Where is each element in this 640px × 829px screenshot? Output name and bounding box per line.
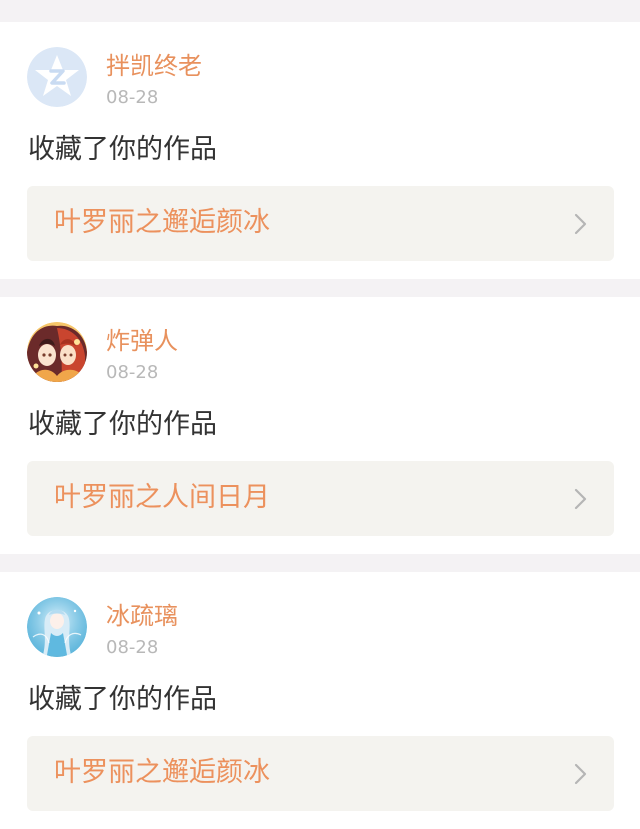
anime-ice-fairy-avatar — [27, 597, 87, 657]
chevron-right-icon — [574, 763, 587, 785]
anime-girls-avatar — [27, 322, 87, 382]
work-link[interactable]: 叶罗丽之人间日月 — [27, 461, 614, 536]
action-text: 收藏了你的作品 — [28, 409, 217, 440]
username[interactable]: 炸弹人 — [106, 325, 178, 357]
work-link[interactable]: 叶罗丽之邂逅颜冰 — [27, 736, 614, 811]
notification-card: 炸弹人 08-28 收藏了你的作品 叶罗丽之人间日月 — [0, 297, 640, 554]
work-title: 叶罗丽之人间日月 — [54, 482, 270, 513]
username[interactable]: 拌凯终老 — [106, 50, 202, 82]
action-text: 收藏了你的作品 — [28, 684, 217, 715]
card-separator — [0, 554, 640, 572]
chevron-right-icon — [574, 213, 587, 235]
default-star-avatar-icon — [27, 47, 87, 107]
avatar[interactable] — [27, 47, 87, 107]
avatar[interactable] — [27, 597, 87, 657]
top-spacer — [0, 0, 640, 22]
notification-card: 冰疏璃 08-28 收藏了你的作品 叶罗丽之邂逅颜冰 — [0, 572, 640, 829]
action-text: 收藏了你的作品 — [28, 134, 217, 165]
date: 08-28 — [106, 87, 159, 108]
date: 08-28 — [106, 637, 159, 658]
work-title: 叶罗丽之邂逅颜冰 — [54, 757, 270, 788]
work-title: 叶罗丽之邂逅颜冰 — [54, 207, 270, 238]
notification-card: 拌凯终老 08-28 收藏了你的作品 叶罗丽之邂逅颜冰 — [0, 22, 640, 279]
username[interactable]: 冰疏璃 — [106, 600, 178, 632]
chevron-right-icon — [574, 488, 587, 510]
date: 08-28 — [106, 362, 159, 383]
avatar[interactable] — [27, 322, 87, 382]
work-link[interactable]: 叶罗丽之邂逅颜冰 — [27, 186, 614, 261]
card-separator — [0, 279, 640, 297]
